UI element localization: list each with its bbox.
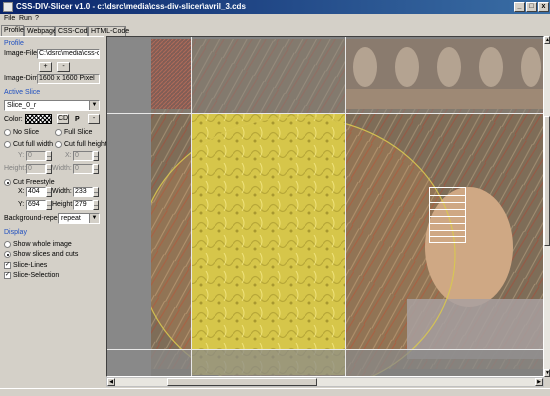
active-slice-section-title: Active Slice [4,89,41,96]
minimize-button[interactable]: _ [514,2,525,12]
cd-button[interactable]: CD [57,114,69,124]
cut-y-field: 0 [26,151,46,161]
cut-height-field: 0 [26,164,46,174]
maximize-button[interactable]: □ [526,2,537,12]
tab-html-code[interactable]: HTML-Code [88,26,129,36]
show-slices-cuts-radio[interactable] [4,251,11,258]
color-swatch[interactable] [25,114,52,124]
no-slice-label: No Slice [13,129,40,136]
slice-minus-button[interactable]: - [88,114,100,124]
slice-select[interactable]: Slice_0_r ▼ [4,100,100,111]
cut-height-label: Height: [4,165,27,172]
cut-full-width-label: Cut full width [13,141,54,148]
menu-run[interactable]: Run [19,15,32,22]
full-slice-radio[interactable] [55,129,62,136]
p-label[interactable]: P [75,116,80,123]
cut-full-width-radio[interactable] [4,141,11,148]
close-button[interactable]: x [538,2,549,12]
no-slice-radio[interactable] [4,129,11,136]
tab-bar: Profile Webpage CSS-Code HTML-Code [0,25,550,36]
slice-selection-checkbox[interactable]: ✓ [4,272,11,279]
cut-width-field: 0 [73,164,93,174]
tab-webpage[interactable]: Webpage [24,26,57,36]
cut-x-stepper [93,151,99,161]
display-section-title: Display [4,229,27,236]
scroll-up-icon[interactable]: ▲ [544,36,550,44]
show-slices-cuts-label: Show slices and cuts [13,251,79,258]
bg-repeat-label: Background-repeat: [4,215,66,222]
cut-full-height-label: Cut full height [64,141,107,148]
full-slice-label: Full Slice [64,129,93,136]
free-x-label: X: [18,188,25,195]
slice-select-value: Slice_0_r [7,102,37,109]
app-icon [3,2,13,12]
free-height-label: Height: [52,201,75,208]
free-width-label: Width: [52,188,72,195]
window-title: CSS-DIV-Slicer v1.0 - c:\dsrc\media\css-… [16,2,246,11]
bg-repeat-value: repeat [61,215,81,222]
scroll-right-icon[interactable]: ▶ [535,378,543,386]
cut-y-stepper [46,151,52,161]
bg-repeat-select[interactable]: repeat ▼ [58,213,100,224]
chevron-down-icon[interactable]: ▼ [89,214,99,223]
chevron-down-icon[interactable]: ▼ [89,101,99,110]
image-dim-field: 1600 x 1600 Pixel [37,74,100,84]
free-width-field[interactable]: 233 [73,187,93,197]
show-whole-image-radio[interactable] [4,241,11,248]
cut-freestyle-label: Cut Freestyle [13,179,55,186]
cut-width-stepper [93,164,99,174]
image-preview [107,37,543,376]
slice-selection-label: Slice-Selection [13,272,60,279]
cut-freestyle-radio[interactable] [4,179,11,186]
image-file-label: Image-File: [4,50,40,57]
cut-full-height-radio[interactable] [55,141,62,148]
horizontal-scroll-thumb[interactable] [167,378,317,386]
cut-width-label: Width: [52,165,72,172]
free-width-stepper[interactable] [93,187,99,197]
free-y-label: Y: [18,201,25,208]
image-canvas[interactable] [106,36,544,377]
remove-image-button[interactable]: - [57,62,70,72]
profile-section-title: Profile [4,40,24,47]
cut-x-label: X: [65,152,72,159]
cut-y-label: Y: [18,152,25,159]
vertical-scrollbar[interactable]: ▲ ▼ [544,36,550,377]
cut-x-field: 0 [73,151,93,161]
free-x-field[interactable]: 404 [26,187,46,197]
slice-lines-label: Slice-Lines [13,262,48,269]
settings-panel: Profile Image-File: C:\dsrc\media\css-di… [0,36,107,389]
menu-file[interactable]: File [4,15,15,22]
free-y-field[interactable]: 694 [26,200,46,210]
show-whole-image-label: Show whole image [13,241,72,248]
image-dim-label: Image-Dim: [4,75,41,82]
free-height-field[interactable]: 279 [73,200,93,210]
tab-profile[interactable]: Profile [1,25,24,36]
free-height-stepper[interactable] [93,200,99,210]
menu-bar: File Run ? [0,14,550,25]
scroll-left-icon[interactable]: ◀ [107,378,115,386]
menu-help[interactable]: ? [35,15,39,22]
tab-css-code[interactable]: CSS-Code [55,26,91,36]
color-label: Color: [4,116,23,123]
title-bar: CSS-DIV-Slicer v1.0 - c:\dsrc\media\css-… [0,0,550,14]
scroll-down-icon[interactable]: ▼ [544,369,550,377]
vertical-scroll-thumb[interactable] [544,116,550,246]
slice-lines-checkbox[interactable]: ✓ [4,262,11,269]
image-file-field[interactable]: C:\dsrc\media\css-div- [37,49,100,59]
add-image-button[interactable]: + [39,62,52,72]
horizontal-scrollbar[interactable]: ◀ ▶ [106,377,544,387]
